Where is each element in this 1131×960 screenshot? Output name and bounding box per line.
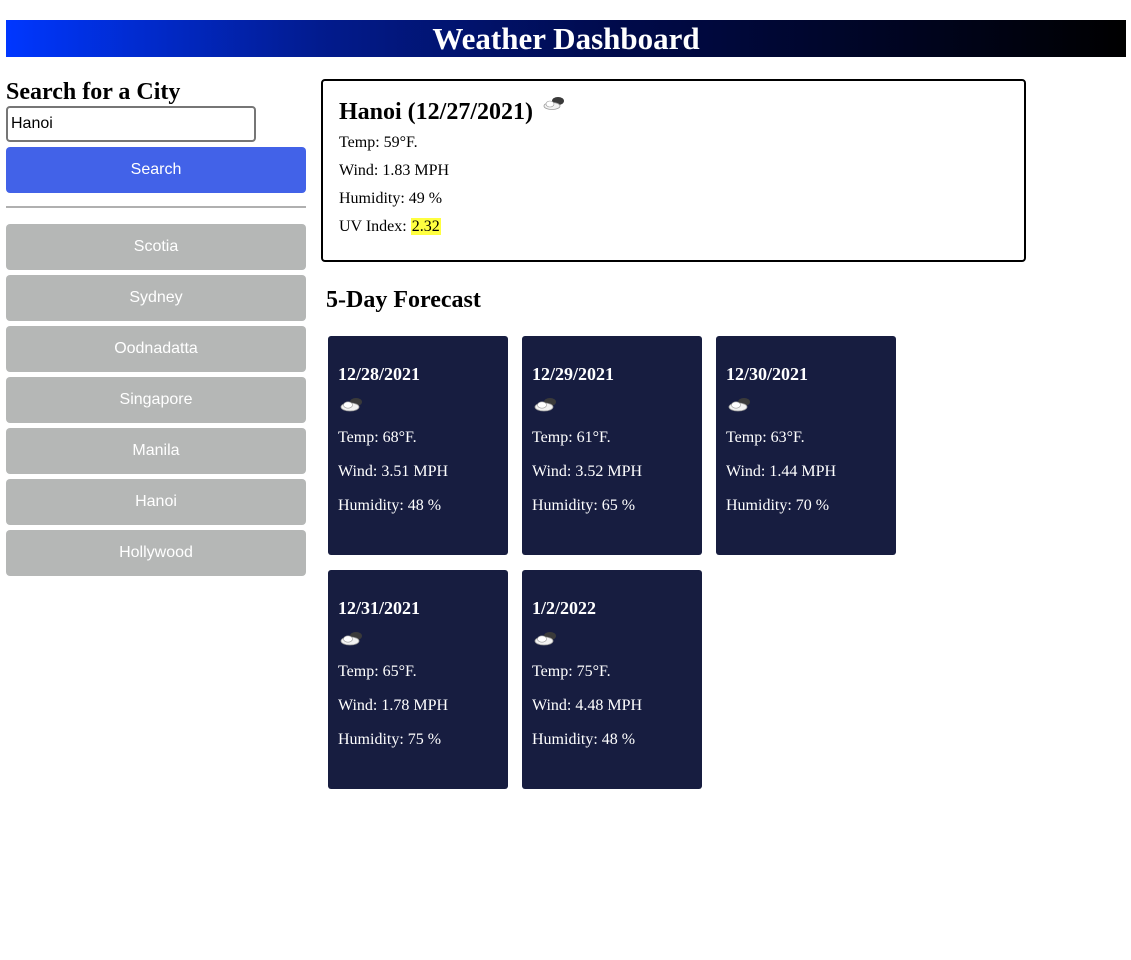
history-button-manila[interactable]: Manila [6, 428, 306, 474]
forecast-card: 12/29/2021 Temp: 61°F. Wind: 3.52 MPH Hu… [522, 336, 702, 555]
sidebar-divider [6, 206, 306, 208]
forecast-date: 1/2/2022 [532, 598, 597, 618]
forecast-card: 12/28/2021 Temp: 68°F. Wind: 3.51 MPH Hu… [328, 336, 508, 555]
forecast-date: 12/31/2021 [338, 598, 421, 618]
few-clouds-icon [541, 91, 569, 121]
current-temp: Temp: 59°F. [339, 134, 418, 151]
current-wind: Wind: 1.83 MPH [339, 162, 450, 179]
current-weather-title: Hanoi (12/27/2021) [339, 97, 1008, 127]
few-clouds-icon [532, 394, 560, 419]
uv-index-badge: 2.32 [410, 218, 441, 235]
forecast-temp: Temp: 75°F. [532, 663, 611, 680]
search-button[interactable]: Search [6, 147, 306, 193]
page-header: Weather Dashboard [6, 20, 1126, 57]
few-clouds-icon [338, 394, 366, 419]
forecast-date: 12/30/2021 [726, 364, 809, 384]
forecast-humidity: Humidity: 75 % [338, 731, 442, 748]
history-button-scotia[interactable]: Scotia [6, 224, 306, 270]
forecast-humidity: Humidity: 48 % [338, 497, 442, 514]
forecast-temp: Temp: 63°F. [726, 429, 805, 446]
current-city-date: Hanoi (12/27/2021) [339, 99, 534, 125]
city-search-input[interactable] [6, 106, 256, 142]
page-title: Weather Dashboard [432, 21, 700, 56]
current-weather-panel: Hanoi (12/27/2021) Temp: 59°F. Wind: 1.8… [321, 79, 1026, 262]
search-history-list: Scotia Sydney Oodnadatta Singapore Manil… [6, 224, 306, 576]
forecast-wind: Wind: 1.44 MPH [726, 463, 837, 480]
forecast-date: 12/28/2021 [338, 364, 421, 384]
forecast-wind: Wind: 3.52 MPH [532, 463, 643, 480]
history-button-singapore[interactable]: Singapore [6, 377, 306, 423]
forecast-wind: Wind: 4.48 MPH [532, 697, 643, 714]
current-uv-index: UV Index: 2.32 [339, 213, 1008, 241]
history-button-oodnadatta[interactable]: Oodnadatta [6, 326, 306, 372]
forecast-humidity: Humidity: 48 % [532, 731, 636, 748]
few-clouds-icon [532, 628, 560, 653]
forecast-humidity: Humidity: 65 % [532, 497, 636, 514]
forecast-card: 12/31/2021 Temp: 65°F. Wind: 1.78 MPH Hu… [328, 570, 508, 789]
current-humidity: Humidity: 49 % [339, 190, 443, 207]
forecast-title: 5-Day Forecast [326, 287, 481, 313]
few-clouds-icon [338, 628, 366, 653]
forecast-date: 12/29/2021 [532, 364, 615, 384]
search-title: Search for a City [6, 79, 181, 105]
few-clouds-icon [726, 394, 754, 419]
forecast-temp: Temp: 68°F. [338, 429, 417, 446]
history-button-hanoi[interactable]: Hanoi [6, 479, 306, 525]
forecast-temp: Temp: 61°F. [532, 429, 611, 446]
history-button-hollywood[interactable]: Hollywood [6, 530, 306, 576]
forecast-humidity: Humidity: 70 % [726, 497, 830, 514]
forecast-temp: Temp: 65°F. [338, 663, 417, 680]
forecast-wind: Wind: 3.51 MPH [338, 463, 449, 480]
forecast-card: 1/2/2022 Temp: 75°F. Wind: 4.48 MPH Humi… [522, 570, 702, 789]
forecast-card: 12/30/2021 Temp: 63°F. Wind: 1.44 MPH Hu… [716, 336, 896, 555]
uv-index-label: UV Index: [339, 218, 411, 235]
sidebar: Search for a City Search Scotia Sydney O… [6, 79, 306, 581]
forecast-wind: Wind: 1.78 MPH [338, 697, 449, 714]
history-button-sydney[interactable]: Sydney [6, 275, 306, 321]
